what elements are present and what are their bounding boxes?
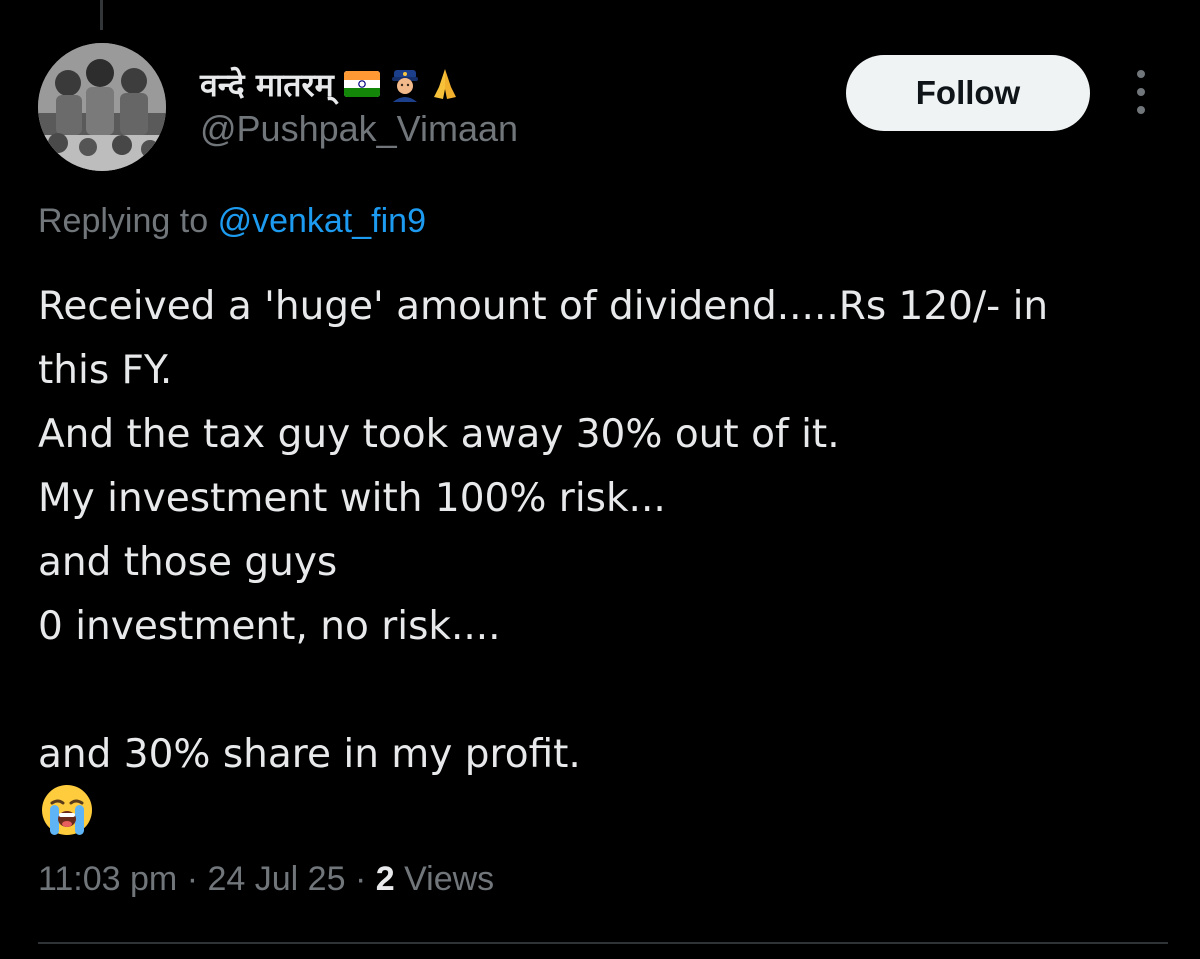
author-handle[interactable]: @Pushpak_Vimaan bbox=[200, 108, 518, 150]
avatar-photo-icon bbox=[38, 43, 166, 171]
avatar[interactable] bbox=[38, 43, 166, 171]
tweet-metadata: 11:03 pm · 24 Jul 25 · 2 Views bbox=[38, 860, 494, 899]
tweet-text-line: this FY. bbox=[38, 348, 173, 393]
views-label: Views bbox=[404, 860, 495, 898]
meta-separator: · bbox=[186, 860, 208, 898]
replying-to-handle-link[interactable]: @venkat_fin9 bbox=[218, 202, 426, 240]
tweet-text-line: and those guys bbox=[38, 540, 338, 585]
indian-flag-icon bbox=[343, 71, 380, 97]
author-name-row: वन्दे मातरम् bbox=[200, 62, 460, 106]
tweet-time[interactable]: 11:03 pm bbox=[38, 860, 177, 898]
tweet-text-line: and 30% share in my profit. bbox=[38, 732, 581, 777]
loudly-crying-face-icon bbox=[42, 785, 92, 835]
follow-button[interactable]: Follow bbox=[846, 55, 1090, 131]
replying-to-context: Replying to @venkat_fin9 bbox=[38, 202, 426, 241]
tweet-text-line: Received a 'huge' amount of dividend....… bbox=[38, 284, 1049, 329]
display-name-emojis bbox=[343, 66, 460, 102]
folded-hands-icon bbox=[433, 69, 456, 99]
tweet-date[interactable]: 24 Jul 25 bbox=[207, 860, 345, 898]
police-officer-icon bbox=[391, 70, 418, 102]
tweet-text-line: 0 investment, no risk.... bbox=[38, 604, 501, 649]
divider bbox=[38, 942, 1168, 944]
tweet-text: Received a 'huge' amount of dividend....… bbox=[38, 275, 1168, 787]
meta-separator: · bbox=[354, 860, 376, 898]
views-count[interactable]: 2 bbox=[376, 860, 395, 898]
tweet-text-line: My investment with 100% risk... bbox=[38, 476, 666, 521]
replying-to-prefix: Replying to bbox=[38, 202, 209, 240]
tweet-text-line: And the tax guy took away 30% out of it. bbox=[38, 412, 840, 457]
thread-connector-line bbox=[100, 0, 103, 30]
author-display-name[interactable]: वन्दे मातरम् bbox=[200, 63, 334, 106]
more-options-icon[interactable] bbox=[1124, 70, 1158, 114]
